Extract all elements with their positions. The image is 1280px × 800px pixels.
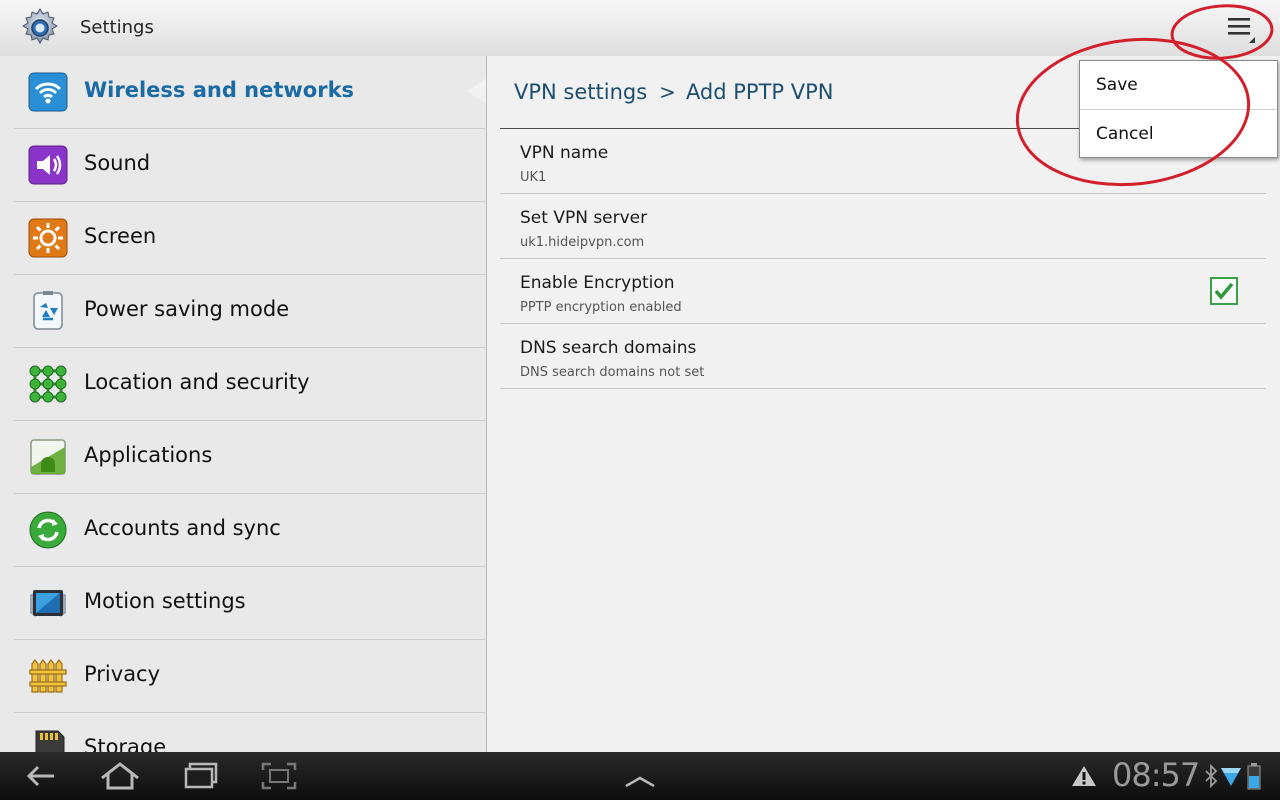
category-location-and-security[interactable]: Location and security <box>14 348 485 421</box>
category-wireless-and-networks[interactable]: Wireless and networks <box>14 56 485 129</box>
category-label: Power saving mode <box>84 297 290 321</box>
home-icon[interactable] <box>98 758 142 794</box>
pref-enable-encryption[interactable]: Enable Encryption PPTP encryption enable… <box>500 259 1266 324</box>
battery-icon <box>1247 763 1261 790</box>
pref-summary: DNS search domains not set <box>520 365 705 380</box>
breadcrumb-separator: > <box>659 80 676 104</box>
menu-item-label: Cancel <box>1096 124 1154 144</box>
status-clock[interactable]: 08:57 <box>1112 756 1200 794</box>
category-label: Applications <box>84 443 213 467</box>
pref-title: VPN name <box>520 143 609 163</box>
category-label: Location and security <box>84 370 310 394</box>
pref-summary: UK1 <box>520 170 547 185</box>
menu-item-cancel[interactable]: Cancel <box>1080 110 1277 158</box>
encryption-checkbox[interactable] <box>1210 277 1238 305</box>
screenshot-icon[interactable] <box>257 758 301 794</box>
category-label: Accounts and sync <box>84 516 281 540</box>
settings-category-list[interactable]: Wireless and networks Sound Screen Power… <box>0 56 487 752</box>
category-accounts-and-sync[interactable]: Accounts and sync <box>14 494 485 567</box>
gear-icon[interactable] <box>18 6 62 50</box>
pref-title: Set VPN server <box>520 208 648 228</box>
category-sound[interactable]: Sound <box>14 129 485 202</box>
breadcrumb-current: Add PPTP VPN <box>685 80 834 104</box>
fence-icon <box>29 659 67 693</box>
breadcrumb-parent[interactable]: VPN settings <box>514 80 647 104</box>
wifi-icon <box>28 72 68 112</box>
pref-vpn-server[interactable]: Set VPN server uk1.hideipvpn.com <box>500 194 1266 259</box>
detail-pane: VPN settings > Add PPTP VPN VPN name UK1 S… <box>487 56 1280 752</box>
menu-item-save[interactable]: Save <box>1080 61 1277 109</box>
category-applications[interactable]: Applications <box>14 421 485 494</box>
pref-title: Enable Encryption <box>520 273 675 293</box>
category-power-saving-mode[interactable]: Power saving mode <box>14 275 485 348</box>
action-bar: Settings <box>0 0 1280 57</box>
category-screen[interactable]: Screen <box>14 202 485 275</box>
brightness-icon <box>28 218 68 258</box>
pref-title: DNS search domains <box>520 338 697 358</box>
category-motion-settings[interactable]: Motion settings <box>14 567 485 640</box>
category-label: Screen <box>84 224 157 248</box>
category-storage[interactable]: Storage <box>14 713 485 752</box>
overflow-menu-icon[interactable] <box>1222 12 1258 46</box>
category-label: Privacy <box>84 662 161 686</box>
category-label: Wireless and networks <box>84 78 355 102</box>
menu-item-label: Save <box>1096 75 1138 95</box>
sync-icon <box>29 511 67 549</box>
speaker-icon <box>28 145 68 185</box>
system-bar: 08:57 <box>0 752 1280 800</box>
lock-pattern-icon <box>29 365 67 403</box>
tablet-motion-icon <box>30 590 66 617</box>
pref-summary: PPTP encryption enabled <box>520 300 682 315</box>
breadcrumb: VPN settings > Add PPTP VPN <box>514 80 834 104</box>
category-label: Motion settings <box>84 589 246 613</box>
warning-icon[interactable] <box>1071 764 1097 788</box>
overflow-popup-menu: Save Cancel <box>1079 60 1278 158</box>
selection-indicator <box>467 78 486 104</box>
android-icon <box>30 439 66 475</box>
chevron-up-icon[interactable] <box>618 758 662 794</box>
pref-summary: uk1.hideipvpn.com <box>520 235 645 250</box>
sd-card-icon <box>35 730 65 752</box>
back-icon[interactable] <box>20 758 64 794</box>
category-privacy[interactable]: Privacy <box>14 640 485 713</box>
category-label: Sound <box>84 151 151 175</box>
pref-dns-search-domains[interactable]: DNS search domains DNS search domains no… <box>500 324 1266 389</box>
recycle-icon <box>33 291 63 330</box>
category-label: Storage <box>84 735 167 752</box>
app-title: Settings <box>80 17 154 38</box>
wifi-signal-icon <box>1221 768 1241 786</box>
bluetooth-icon <box>1205 764 1218 788</box>
recent-apps-icon[interactable] <box>180 758 224 794</box>
